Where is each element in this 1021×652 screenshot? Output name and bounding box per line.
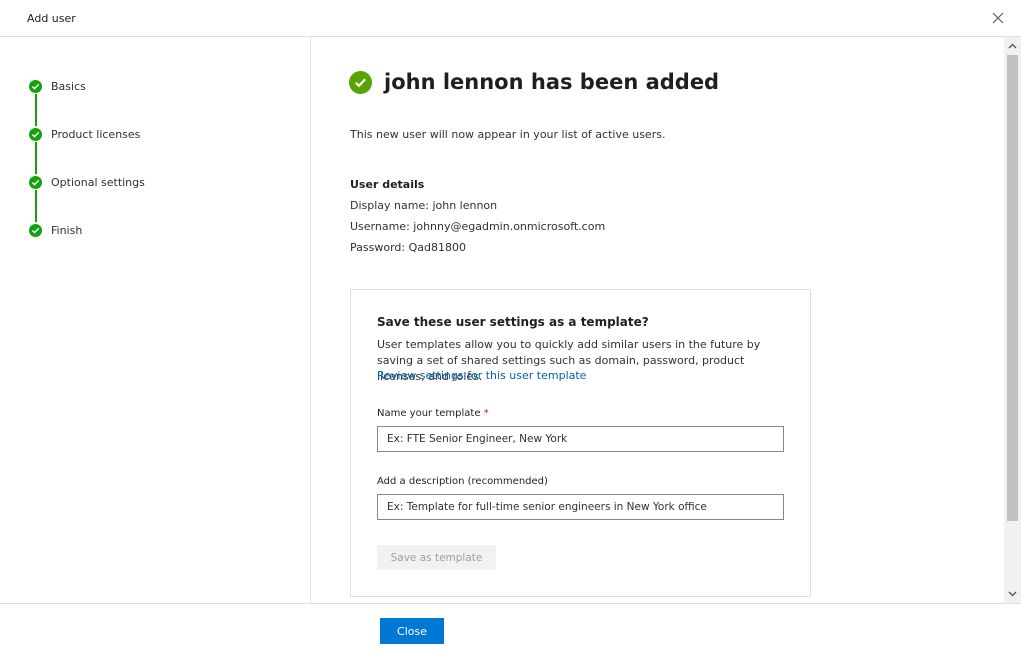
required-marker: *: [483, 408, 489, 419]
step-connector: [35, 190, 37, 222]
step-label: Optional settings: [51, 175, 145, 189]
username-detail: Username: johnny@egadmin.onmicrosoft.com: [350, 220, 606, 233]
template-description-input[interactable]: [377, 494, 784, 520]
main-content: john lennon has been added This new user…: [311, 37, 1004, 603]
scrollbar-thumb[interactable]: [1007, 55, 1018, 521]
checkmark-icon: [29, 223, 42, 237]
template-card: Save these user settings as a template? …: [350, 289, 811, 597]
checkmark-icon: [29, 79, 42, 93]
step-finish[interactable]: Finish: [29, 222, 82, 238]
close-icon[interactable]: [989, 9, 1007, 27]
template-card-title: Save these user settings as a template?: [377, 315, 649, 329]
template-name-input[interactable]: [377, 426, 784, 452]
checkmark-icon: [29, 127, 42, 141]
checkmark-icon: [29, 175, 42, 189]
step-label: Basics: [51, 79, 86, 93]
panel-footer: Close: [0, 603, 1021, 652]
user-details-title: User details: [350, 178, 425, 191]
save-as-template-button[interactable]: Save as template: [377, 545, 496, 570]
step-label: Finish: [51, 223, 83, 237]
review-template-link[interactable]: Review settings for this user template: [377, 369, 586, 382]
step-product-licenses[interactable]: Product licenses: [29, 126, 140, 142]
chevron-down-icon[interactable]: [1004, 586, 1021, 602]
scrollbar[interactable]: [1004, 37, 1021, 603]
checkmark-icon: [349, 70, 372, 94]
step-connector: [35, 94, 37, 126]
template-name-label: Name your template *: [377, 408, 489, 419]
chevron-up-icon[interactable]: [1004, 38, 1021, 54]
step-basics[interactable]: Basics: [29, 78, 86, 94]
success-heading: john lennon has been added: [349, 70, 719, 94]
step-label: Product licenses: [51, 127, 141, 141]
intro-text: This new user will now appear in your li…: [350, 128, 666, 141]
password-detail: Password: Qad81800: [350, 241, 466, 254]
template-name-label-text: Name your template: [377, 408, 481, 419]
step-connector: [35, 142, 37, 174]
step-optional-settings[interactable]: Optional settings: [29, 174, 145, 190]
panel-title: Add user: [27, 12, 76, 25]
wizard-steps: Basics Product licenses Optional setting…: [0, 37, 311, 603]
template-description-label: Add a description (recommended): [377, 476, 548, 487]
panel-header: Add user: [0, 0, 1021, 37]
close-button[interactable]: Close: [380, 618, 444, 644]
page-title: john lennon has been added: [384, 70, 720, 94]
display-name-detail: Display name: john lennon: [350, 199, 498, 212]
